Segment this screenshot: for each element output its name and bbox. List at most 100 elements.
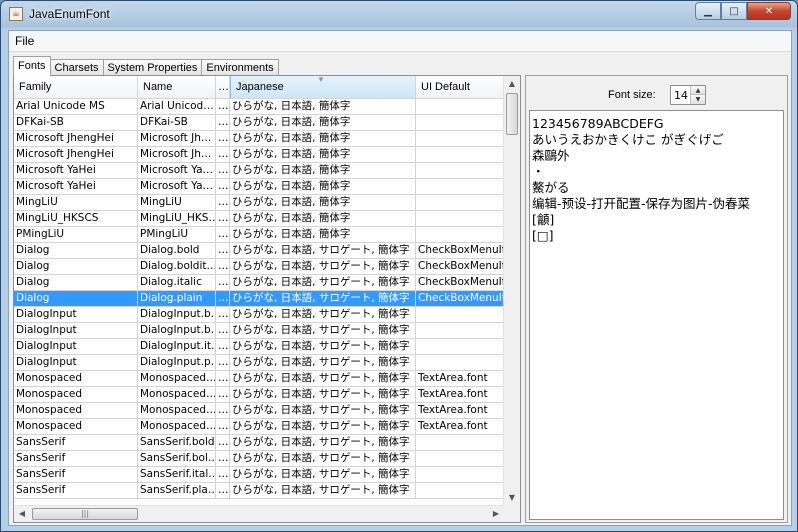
table-row[interactable]: Monospaced Monospaced…… ひらがな, 日本語, サロゲート, … (14, 387, 504, 403)
cell-family: Microsoft JhengHei (14, 147, 138, 162)
title-bar[interactable]: ☕ JavaEnumFont ▁ □ ✕ (1, 1, 797, 29)
cell-family: SansSerif (14, 483, 138, 498)
cell-family: MingLiU (14, 195, 138, 210)
table-row[interactable]: DialogInput DialogInput.b…… ひらがな, 日本語, サロゲ… (14, 323, 504, 339)
table-row[interactable]: SansSerif SansSerif.pla…… ひらがな, 日本語, サロゲート… (14, 483, 504, 499)
cell-ui-default: CheckBoxMenuIt (418, 276, 504, 288)
table-row[interactable]: Monospaced Monospaced…… ひらがな, 日本語, サロゲート, … (14, 371, 504, 387)
column-header-japanese[interactable]: ▼ Japanese (230, 76, 416, 98)
cell-name: DialogInput.p… (140, 355, 216, 370)
table-row[interactable]: Arial Unicode MS Arial Unicod…… ひらがな, 日本語,… (14, 99, 504, 115)
table-row[interactable]: SansSerif SansSerif.ital…… ひらがな, 日本語, サロゲー… (14, 467, 504, 483)
scroll-up-icon[interactable]: ▲ (504, 76, 520, 92)
preview-line: ・ (532, 164, 545, 179)
cell-ui-default (416, 195, 504, 210)
font-size-label: Font size: (608, 89, 656, 101)
table-row[interactable]: MingLiU MingLiU… ひらがな, 日本語, 簡体字 (14, 195, 504, 211)
cell-ui-default (416, 163, 504, 178)
table-row[interactable]: DialogInput DialogInput.it…… ひらがな, 日本語, サロ… (14, 339, 504, 355)
table-row[interactable]: Dialog Dialog.plain… ひらがな, 日本語, サロゲート, 簡体字… (14, 291, 504, 307)
font-table-panel: Family Name … ▼ Japanese UI Default Arial… (13, 75, 521, 523)
cell-name: DFKai-SB (138, 115, 216, 130)
cell-truncated: … (218, 323, 230, 338)
table-row[interactable]: Dialog Dialog.boldit…… ひらがな, 日本語, サロゲート, 簡… (14, 259, 504, 275)
font-size-value[interactable]: 14 (674, 89, 688, 102)
scroll-right-icon[interactable]: ▶ (488, 506, 504, 522)
cell-name: DialogInput.b… (140, 323, 216, 338)
cell-truncated: … (218, 467, 230, 482)
close-button[interactable]: ✕ (747, 2, 791, 20)
tab-fonts[interactable]: Fonts (13, 56, 51, 76)
table-row[interactable]: Monospaced Monospaced…… ひらがな, 日本語, サロゲート, … (14, 419, 504, 435)
cell-ui-default (416, 467, 504, 482)
cell-ui-default (416, 451, 504, 466)
scroll-down-icon[interactable]: ▼ (504, 490, 520, 506)
cell-japanese: ひらがな, 日本語, 簡体字 (230, 99, 416, 114)
font-size-spinner[interactable]: 14 ▲ ▼ (670, 85, 706, 105)
table-row[interactable]: Microsoft JhengHei Microsoft Jh…… ひらがな, 日本… (14, 147, 504, 163)
horizontal-scroll-thumb[interactable]: ||| (32, 508, 138, 520)
minimize-button[interactable]: ▁ (695, 2, 721, 20)
cell-japanese: ひらがな, 日本語, サロゲート, 簡体字 (230, 339, 416, 354)
table-row[interactable]: Microsoft JhengHei Microsoft Jh…… ひらがな, 日本… (14, 131, 504, 147)
app-window: ☕ JavaEnumFont ▁ □ ✕ File Fonts Charsets… (0, 0, 798, 532)
spinner-down-icon[interactable]: ▼ (691, 95, 705, 104)
table-row[interactable]: DialogInput DialogInput.p…… ひらがな, 日本語, サロゲ… (14, 355, 504, 371)
cell-ui-default (416, 323, 504, 338)
table-row[interactable]: DialogInput DialogInput.b…… ひらがな, 日本語, サロゲ… (14, 307, 504, 323)
column-header-ui-default[interactable]: UI Default (416, 76, 504, 98)
cell-truncated: … (218, 387, 230, 402)
spinner-up-icon[interactable]: ▲ (691, 86, 705, 95)
table-row[interactable]: Dialog Dialog.bold… ひらがな, 日本語, サロゲート, 簡体字 C… (14, 243, 504, 259)
cell-japanese: ひらがな, 日本語, サロゲート, 簡体字 (230, 275, 416, 290)
cell-truncated: … (218, 115, 230, 130)
table-row[interactable]: Monospaced Monospaced…… ひらがな, 日本語, サロゲート, … (14, 403, 504, 419)
cell-japanese: ひらがな, 日本語, 簡体字 (230, 211, 416, 226)
table-row[interactable]: PMingLiU PMingLiU… ひらがな, 日本語, 簡体字 (14, 227, 504, 243)
table-row[interactable]: Microsoft YaHei Microsoft Ya…… ひらがな, 日本語, … (14, 179, 504, 195)
cell-name: SansSerif.bol… (140, 451, 216, 466)
tab-environments[interactable]: Environments (201, 59, 279, 76)
cell-ui-default: TextArea.font (418, 372, 488, 384)
cell-ui-default: TextArea.font (418, 388, 488, 400)
table-row[interactable]: DFKai-SB DFKai-SB… ひらがな, 日本語, 簡体字 (14, 115, 504, 131)
cell-japanese: ひらがな, 日本語, サロゲート, 簡体字 (230, 387, 416, 402)
table-row[interactable]: SansSerif SansSerif.bol…… ひらがな, 日本語, サロゲート… (14, 451, 504, 467)
scroll-left-icon[interactable]: ◀ (14, 506, 30, 522)
cell-truncated: … (218, 131, 230, 146)
cell-name: Monospaced… (140, 419, 216, 434)
cell-family: Monospaced (14, 371, 138, 386)
table-row[interactable]: Dialog Dialog.italic… ひらがな, 日本語, サロゲート, 簡体… (14, 275, 504, 291)
cell-ui-default (416, 131, 504, 146)
cell-ui-default: TextArea.font (418, 404, 488, 416)
column-header-name[interactable]: Name (138, 76, 216, 98)
cell-name: Microsoft Jh… (138, 147, 216, 162)
font-preview-area[interactable]: 123456789ABCDEFG あいうえおかきくけこ がぎぐげご 森鷗外 ・ … (529, 110, 784, 520)
cell-family: Arial Unicode MS (14, 99, 138, 114)
horizontal-scrollbar[interactable]: ◀ ||| ▶ (14, 505, 504, 522)
table-row[interactable]: Microsoft YaHei Microsoft Ya…… ひらがな, 日本語, … (14, 163, 504, 179)
tab-system-properties[interactable]: System Properties (102, 59, 203, 76)
table-row[interactable]: SansSerif SansSerif.bold… ひらがな, 日本語, サロゲート… (14, 435, 504, 451)
column-header-family[interactable]: Family (14, 76, 138, 98)
cell-japanese: ひらがな, 日本語, サロゲート, 簡体字 (230, 323, 416, 338)
maximize-button[interactable]: □ (721, 2, 747, 20)
table-row[interactable]: MingLiU_HKSCS MingLiU_HKS…… ひらがな, 日本語, 簡体字 (14, 211, 504, 227)
column-header-truncated[interactable]: … (216, 76, 230, 98)
cell-truncated: … (218, 435, 230, 450)
spinner-buttons: ▲ ▼ (690, 86, 705, 104)
cell-family: DFKai-SB (14, 115, 138, 130)
cell-truncated: … (218, 259, 230, 274)
cell-family: Monospaced (14, 403, 138, 418)
menu-file[interactable]: File (13, 33, 36, 49)
preview-line: 鰲がる (532, 180, 570, 195)
cell-ui-default (416, 115, 504, 130)
tab-charsets[interactable]: Charsets (49, 59, 104, 76)
vertical-scrollbar[interactable]: ▲ ▼ (503, 76, 520, 506)
cell-japanese: ひらがな, 日本語, 簡体字 (230, 227, 416, 242)
cell-ui-default (416, 99, 504, 114)
cell-family: Microsoft YaHei (14, 163, 138, 178)
vertical-scroll-thumb[interactable] (506, 93, 518, 135)
cell-truncated: … (218, 419, 230, 434)
cell-japanese: ひらがな, 日本語, サロゲート, 簡体字 (230, 291, 416, 306)
